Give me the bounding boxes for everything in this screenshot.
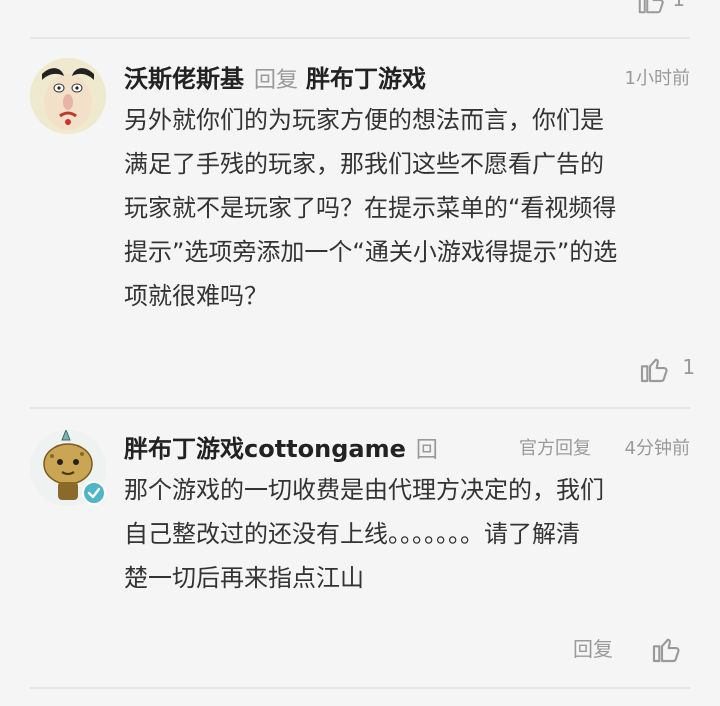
like-button[interactable]: 1 — [638, 350, 695, 384]
divider — [30, 687, 690, 689]
avatar[interactable] — [30, 58, 106, 134]
comment-line: 项就很难吗？ — [124, 282, 268, 310]
avatar-face-image — [30, 58, 106, 134]
reply-label: 回 — [415, 438, 438, 463]
comment-thread: 1 沃斯佬斯基回复胖布丁游戏 1小时前 另外就你们的为玩家方 — [0, 0, 720, 706]
timestamp: 1小时前 — [624, 68, 690, 89]
reply-button[interactable]: 回复 — [573, 632, 613, 666]
divider — [30, 37, 690, 39]
reply-label: 回复 — [254, 68, 299, 93]
comment-header: 胖布丁游戏cottongame 回 — [124, 432, 446, 466]
prev-like-count: 1 — [672, 0, 685, 11]
comment-line: 玩家就不是玩家了吗？在提示菜单的“看视频得 — [124, 194, 617, 222]
thumbs-up-icon — [640, 358, 668, 382]
comment-header: 沃斯佬斯基 回复 胖布丁游戏 — [124, 62, 426, 96]
comment-line: 提示”选项旁添加一个“通关小游戏得提示”的选 — [124, 238, 618, 266]
comment-body: 另外就你们的为玩家方便的想法而言，你们是 满足了手残的玩家，那我们这些不愿看广告… — [124, 98, 694, 318]
reply-target-username[interactable]: 胖布丁游戏 — [306, 65, 426, 93]
comment-body: 那个游戏的一切收费是由代理方决定的，我们 自己整改过的还没有上线。。。。。。。请… — [124, 468, 694, 600]
verified-badge-icon — [82, 481, 106, 505]
official-reply-label: 官方回复 — [519, 438, 591, 459]
comment-line: 满足了手残的玩家，那我们这些不愿看广告的 — [124, 150, 604, 178]
thumbs-up-icon — [652, 638, 680, 662]
comment-line: 自己整改过的还没有上线。。。。。。。请了解清 — [124, 520, 580, 548]
comment-line: 楚一切后再来指点江山 — [124, 564, 364, 592]
like-button[interactable] — [650, 630, 682, 664]
thumbs-up-icon — [638, 0, 664, 13]
username[interactable]: 胖布丁游戏cottongame — [124, 435, 406, 463]
divider — [30, 407, 690, 409]
timestamp: 4分钟前 — [624, 438, 690, 459]
prev-like-button[interactable]: 1 — [636, 0, 685, 16]
username[interactable]: 沃斯佬斯基 — [124, 65, 244, 93]
comment-line: 另外就你们的为玩家方便的想法而言，你们是 — [124, 106, 604, 134]
like-count: 1 — [682, 355, 696, 379]
comment-line: 那个游戏的一切收费是由代理方决定的，我们 — [124, 476, 604, 504]
